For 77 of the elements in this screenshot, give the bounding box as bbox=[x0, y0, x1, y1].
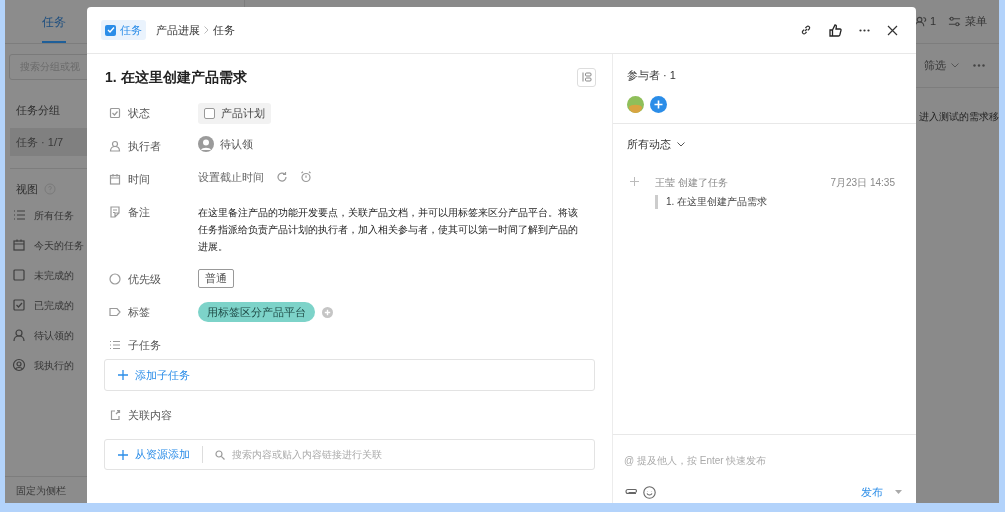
calendar-icon bbox=[109, 173, 121, 185]
tag[interactable]: 用标签区分产品平台 bbox=[198, 302, 315, 322]
link-icon[interactable] bbox=[800, 24, 812, 36]
plus-icon bbox=[630, 176, 639, 186]
field-label: 备注 bbox=[128, 204, 150, 220]
search-icon bbox=[215, 449, 225, 460]
assignee-selector[interactable]: 待认领 bbox=[198, 136, 253, 153]
tag-icon bbox=[109, 306, 121, 318]
person-icon bbox=[109, 140, 121, 152]
list-icon bbox=[109, 339, 121, 351]
chevron-down-icon bbox=[677, 141, 685, 147]
publish-button[interactable]: 发布 bbox=[861, 484, 883, 501]
view-item[interactable]: 已完成的 bbox=[34, 297, 74, 313]
alarm-clock-icon[interactable] bbox=[300, 171, 312, 184]
avatar-placeholder-icon bbox=[198, 136, 214, 153]
activity-time: 7月23日 14:35 bbox=[830, 175, 895, 190]
task-title[interactable]: 1. 在这里创建产品需求 bbox=[105, 66, 247, 88]
breadcrumb-item[interactable]: 任务 bbox=[213, 21, 235, 39]
link-frame-icon bbox=[109, 409, 121, 421]
note-text[interactable]: 在这里备注产品的功能开发要点，关联产品文档，并可以用标签来区分产品平台。将该任务指派给负责产品计划的执行者，加入相关参与者，使其可以第一时间了解到产品的进展。 bbox=[198, 202, 584, 255]
user-circle-icon bbox=[12, 358, 26, 372]
view-item[interactable]: 未完成的 bbox=[34, 267, 74, 283]
member-count: 1 bbox=[929, 14, 936, 30]
add-subtask-button[interactable]: 添加子任务 bbox=[104, 359, 595, 391]
view-item[interactable]: 今天的任务 bbox=[34, 237, 84, 253]
related-search-field[interactable]: 从资源添加 搜索内容或贴入内容链接进行关联 bbox=[104, 439, 595, 470]
chevron-down-icon bbox=[951, 63, 959, 68]
section-heading: 任务分组 bbox=[16, 102, 60, 118]
due-date-link[interactable]: 设置截止时间 bbox=[198, 169, 264, 186]
breadcrumb-item[interactable]: 产品进展 bbox=[156, 21, 200, 39]
close-icon[interactable] bbox=[887, 24, 898, 36]
sidebar-tab[interactable]: 任务 bbox=[42, 13, 66, 43]
person-icon bbox=[12, 328, 26, 342]
status-selector[interactable]: 产品计划 bbox=[198, 103, 271, 124]
checked-box-icon bbox=[12, 298, 26, 312]
view-item[interactable]: 待认领的 bbox=[34, 327, 74, 343]
layout-icon bbox=[581, 72, 592, 82]
avatar[interactable] bbox=[627, 95, 644, 113]
checkbox-icon bbox=[109, 107, 121, 119]
thumbs-up-icon[interactable] bbox=[829, 23, 842, 37]
field-label: 时间 bbox=[128, 171, 150, 187]
sliders-icon bbox=[948, 15, 961, 28]
note-icon bbox=[109, 206, 121, 218]
add-participant-icon[interactable] bbox=[650, 95, 667, 113]
checkbox-icon bbox=[12, 268, 26, 282]
task-type-badge[interactable]: 任务 bbox=[101, 20, 146, 40]
add-from-resources-button[interactable]: 从资源添加 bbox=[118, 446, 203, 463]
section-heading: 视图 bbox=[16, 182, 38, 197]
plus-icon bbox=[118, 449, 128, 460]
priority-selector[interactable]: 普通 bbox=[198, 269, 234, 288]
calendar-icon bbox=[12, 238, 26, 252]
field-label: 标签 bbox=[128, 304, 150, 320]
field-label: 关联内容 bbox=[128, 407, 172, 423]
pin-sidebar-link[interactable]: 固定为侧栏 bbox=[16, 482, 66, 498]
list-icon bbox=[12, 208, 26, 222]
field-label: 执行者 bbox=[128, 138, 161, 154]
layout-toggle-button[interactable] bbox=[577, 67, 596, 87]
activity-text: 王莹 创建了任务 bbox=[655, 175, 728, 190]
more-icon[interactable] bbox=[859, 28, 870, 32]
emoji-icon[interactable] bbox=[643, 485, 656, 499]
view-item[interactable]: 所有任务 bbox=[34, 207, 74, 223]
field-label: 状态 bbox=[128, 105, 150, 121]
view-item[interactable]: 我执行的 bbox=[34, 357, 74, 373]
plus-icon bbox=[118, 370, 128, 380]
activity-quote: 1. 在这里创建产品需求 bbox=[655, 194, 768, 209]
circle-icon bbox=[109, 273, 121, 285]
participants-heading: 参与者 · 1 bbox=[627, 68, 677, 83]
field-label: 子任务 bbox=[128, 337, 161, 353]
row-text: 进入测试的需求移 bbox=[919, 110, 999, 124]
comment-field[interactable]: @ 提及他人，按 Enter 快速发布 bbox=[624, 453, 905, 468]
menu-button[interactable]: 菜单 bbox=[948, 13, 987, 30]
caret-icon[interactable] bbox=[895, 490, 902, 495]
chevron-right-icon bbox=[204, 26, 209, 34]
repeat-icon[interactable] bbox=[276, 171, 288, 184]
activity-filter-dropdown[interactable]: 所有动态 bbox=[627, 136, 685, 153]
filter-button[interactable]: 筛选 bbox=[924, 57, 959, 74]
field-label: 优先级 bbox=[128, 271, 161, 287]
